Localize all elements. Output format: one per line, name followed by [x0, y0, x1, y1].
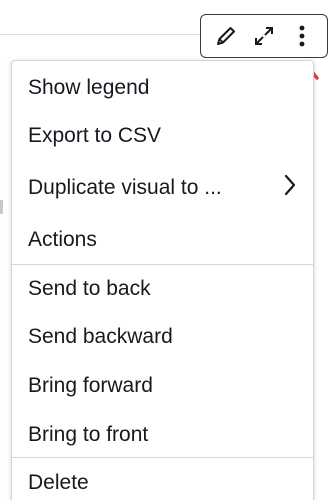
chevron-right-icon — [283, 173, 297, 203]
more-options-button[interactable] — [287, 21, 317, 51]
menu-item-label: Show legend — [28, 76, 150, 99]
more-vertical-icon — [297, 23, 307, 49]
visual-canvas: Show legend Export to CSV Duplicate visu… — [0, 0, 330, 500]
menu-divider — [12, 264, 313, 265]
visual-options-menu: Show legend Export to CSV Duplicate visu… — [11, 60, 314, 500]
menu-item-export-csv[interactable]: Export to CSV — [12, 113, 313, 159]
menu-item-bring-forward[interactable]: Bring forward — [12, 363, 313, 409]
canvas-divider — [0, 34, 205, 35]
menu-item-label: Send backward — [28, 325, 173, 348]
menu-item-send-to-back[interactable]: Send to back — [12, 266, 313, 312]
expand-icon — [251, 23, 277, 49]
edit-button[interactable] — [211, 21, 241, 51]
menu-item-label: Send to back — [28, 277, 151, 300]
menu-item-duplicate-visual[interactable]: Duplicate visual to ... — [12, 165, 313, 211]
menu-item-delete[interactable]: Delete — [12, 460, 313, 500]
pencil-icon — [214, 24, 238, 48]
menu-item-label: Bring to front — [28, 423, 149, 446]
expand-button[interactable] — [249, 21, 279, 51]
menu-item-bring-to-front[interactable]: Bring to front — [12, 412, 313, 458]
menu-item-label: Bring forward — [28, 374, 153, 397]
visual-toolbar — [200, 14, 328, 58]
menu-item-show-legend[interactable]: Show legend — [12, 65, 313, 111]
menu-item-label: Export to CSV — [28, 124, 162, 147]
menu-item-label: Actions — [28, 228, 97, 251]
canvas-edge-mark — [0, 200, 3, 214]
menu-item-actions[interactable]: Actions — [12, 217, 313, 263]
menu-divider — [12, 457, 313, 458]
menu-item-label: Delete — [28, 471, 89, 494]
menu-item-label: Duplicate visual to ... — [28, 176, 222, 199]
menu-item-send-backward[interactable]: Send backward — [12, 314, 313, 360]
